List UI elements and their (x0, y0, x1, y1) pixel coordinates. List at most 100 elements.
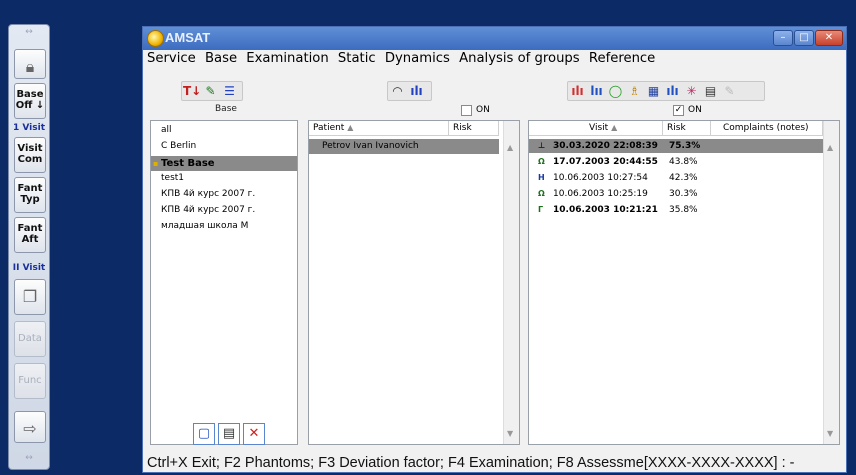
maximize-button[interactable]: □ (794, 30, 814, 46)
minimize-button[interactable]: – (773, 30, 793, 46)
delete-icon[interactable]: ✕ (243, 423, 265, 445)
multi-bar-icon[interactable]: ılı (569, 83, 586, 100)
visit-risk: 30.3% (669, 189, 698, 199)
base-list: all C Berlin ▪ Test Base test1 КПВ 4й ку… (150, 120, 298, 445)
table-row[interactable]: ⊥ 30.03.2020 22:08:39 75.3% (529, 139, 823, 153)
histogram-icon[interactable]: lıı (588, 83, 605, 100)
gauge-icon[interactable]: ◠ (389, 83, 406, 100)
visit-on-checkbox[interactable]: ✓ (673, 105, 684, 116)
document-icon[interactable]: ▤ (218, 423, 240, 445)
base-actions: ▢ ▤ ✕ (193, 423, 268, 447)
visit-date: 10.06.2003 10:21:21 (553, 205, 658, 215)
list-item[interactable]: C Berlin (161, 141, 196, 151)
fant-aft-button[interactable]: Fant Aft (14, 217, 46, 253)
risk-column-header[interactable]: Risk (449, 121, 499, 136)
toolbar-grip-bottom[interactable]: ↔ (9, 453, 49, 467)
table-row[interactable]: Ω 10.06.2003 10:25:19 30.3% (529, 187, 823, 201)
complaints-column-header[interactable]: Complaints (notes) (711, 121, 823, 136)
list-item[interactable]: младшая школа М (161, 221, 248, 231)
list-item-label: Test Base (161, 158, 215, 169)
visit-date: 10.06.2003 10:25:19 (553, 189, 648, 199)
visit-date: 10.06.2003 10:27:54 (553, 173, 648, 183)
visit-risk: 75.3% (669, 141, 701, 151)
base-off-button[interactable]: Base Off ↓ (14, 83, 46, 119)
patient-column-header[interactable]: Patient ▲ (309, 121, 449, 136)
menu-examination[interactable]: Examination (246, 51, 328, 66)
visit-risk-column-header[interactable]: Risk (663, 121, 711, 136)
fant-typ-button[interactable]: Fant Typ (14, 177, 46, 213)
visit-type-icon: Ω (538, 157, 545, 166)
lock-button[interactable]: 🔒︎ (14, 49, 46, 79)
exit-icon: ⇨ (23, 419, 37, 438)
table-row[interactable]: Ω 17.07.2003 20:44:55 43.8% (529, 155, 823, 169)
base-toolbar: T↓ ✎ ☰ (181, 81, 243, 101)
lock-icon: 🔒︎ (25, 57, 35, 76)
radial-icon[interactable]: ✳ (683, 83, 700, 100)
toolbar-grip[interactable]: ↔ (9, 27, 49, 41)
visit1-label: 1 Visit (12, 123, 46, 133)
window-title: AMSAT (165, 30, 211, 45)
visit-risk: 35.8% (669, 205, 698, 215)
visit-type-icon: Г (538, 205, 544, 214)
visit-toolbar: ılı lıı ◯ ♗ ▦ ılı ✳ ▤ ✎ (567, 81, 765, 101)
table-row[interactable]: Petrov Ivan Ivanovich (309, 139, 499, 154)
visit-scrollbar[interactable]: ▲ ▼ (823, 121, 839, 444)
circle-icon[interactable]: ◯ (607, 83, 624, 100)
scroll-down-icon[interactable]: ▼ (827, 429, 833, 438)
visit-risk: 42.3% (669, 173, 698, 183)
list-icon[interactable]: ☰ (221, 83, 238, 100)
scroll-up-icon[interactable]: ▲ (827, 143, 833, 152)
close-button[interactable]: ✕ (815, 30, 843, 46)
status-bar: Ctrl+X Exit; F2 Phantoms; F3 Deviation f… (147, 455, 795, 471)
notes-icon[interactable]: ▤ (702, 83, 719, 100)
table-row[interactable]: Г 10.06.2003 10:21:21 35.8% (529, 203, 823, 217)
list-item[interactable]: КПВ 4й курс 2007 г. (161, 189, 255, 199)
visit2-label: II Visit (12, 263, 46, 273)
visit-com-button[interactable]: Visit Com (14, 137, 46, 173)
sort-asc-icon: ▲ (611, 123, 618, 132)
patient-list: Patient ▲ Risk Petrov Ivan Ivanovich ▲ ▼ (308, 120, 520, 445)
multi-window-button[interactable]: ❐ (14, 279, 46, 315)
visit-type-icon: Ω (538, 189, 545, 198)
scroll-up-icon[interactable]: ▲ (507, 143, 513, 152)
base-label: Base (215, 104, 237, 114)
visit-column-label: Visit (589, 123, 609, 133)
new-icon[interactable]: ▢ (193, 423, 215, 445)
menu-base[interactable]: Base (205, 51, 237, 66)
main-window: AMSAT – □ ✕ Service Base Examination Sta… (142, 26, 847, 473)
menu-service[interactable]: Service (147, 51, 196, 66)
list-item[interactable]: КПВ 4й курс 2007 г. (161, 205, 255, 215)
list-item[interactable]: all (161, 125, 172, 135)
list-item[interactable]: test1 (161, 173, 184, 183)
visit-on-label: ON (688, 105, 702, 115)
pen-icon[interactable]: ✎ (721, 83, 738, 100)
table-row[interactable]: Н 10.06.2003 10:27:54 42.3% (529, 171, 823, 185)
visit-date: 30.03.2020 22:08:39 (553, 141, 658, 151)
visit-column-header[interactable]: Visit ▲ (529, 121, 663, 136)
list-item-selected[interactable]: ▪ Test Base (151, 156, 297, 171)
figure-icon[interactable]: ♗ (626, 83, 643, 100)
visit-type-icon: ⊥ (538, 141, 546, 150)
patient-on-label: ON (476, 105, 490, 115)
visit-date: 17.07.2003 20:44:55 (553, 157, 658, 167)
exit-button[interactable]: ⇨ (14, 411, 46, 443)
sort-asc-icon: ▲ (347, 123, 354, 132)
visit-risk: 43.8% (669, 157, 698, 167)
menu-reference[interactable]: Reference (589, 51, 655, 66)
func-button[interactable]: Func (14, 363, 46, 399)
title-bar[interactable]: AMSAT – □ ✕ (143, 27, 846, 50)
menu-static[interactable]: Static (338, 51, 376, 66)
patient-on-checkbox[interactable] (461, 105, 472, 116)
menu-analysis-of-groups[interactable]: Analysis of groups (459, 51, 580, 66)
visit-type-icon: Н (538, 173, 545, 182)
scroll-down-icon[interactable]: ▼ (507, 429, 513, 438)
grouped-bar-icon[interactable]: ılı (664, 83, 681, 100)
selected-marker-icon: ▪ (153, 159, 159, 168)
patient-scrollbar[interactable]: ▲ ▼ (503, 121, 519, 444)
sort-icon[interactable]: T↓ (183, 83, 201, 100)
edit-icon[interactable]: ✎ (202, 83, 219, 100)
data-button[interactable]: Data (14, 321, 46, 357)
table-icon[interactable]: ▦ (645, 83, 662, 100)
bar-chart-icon[interactable]: ılı (408, 83, 425, 100)
menu-dynamics[interactable]: Dynamics (385, 51, 450, 66)
